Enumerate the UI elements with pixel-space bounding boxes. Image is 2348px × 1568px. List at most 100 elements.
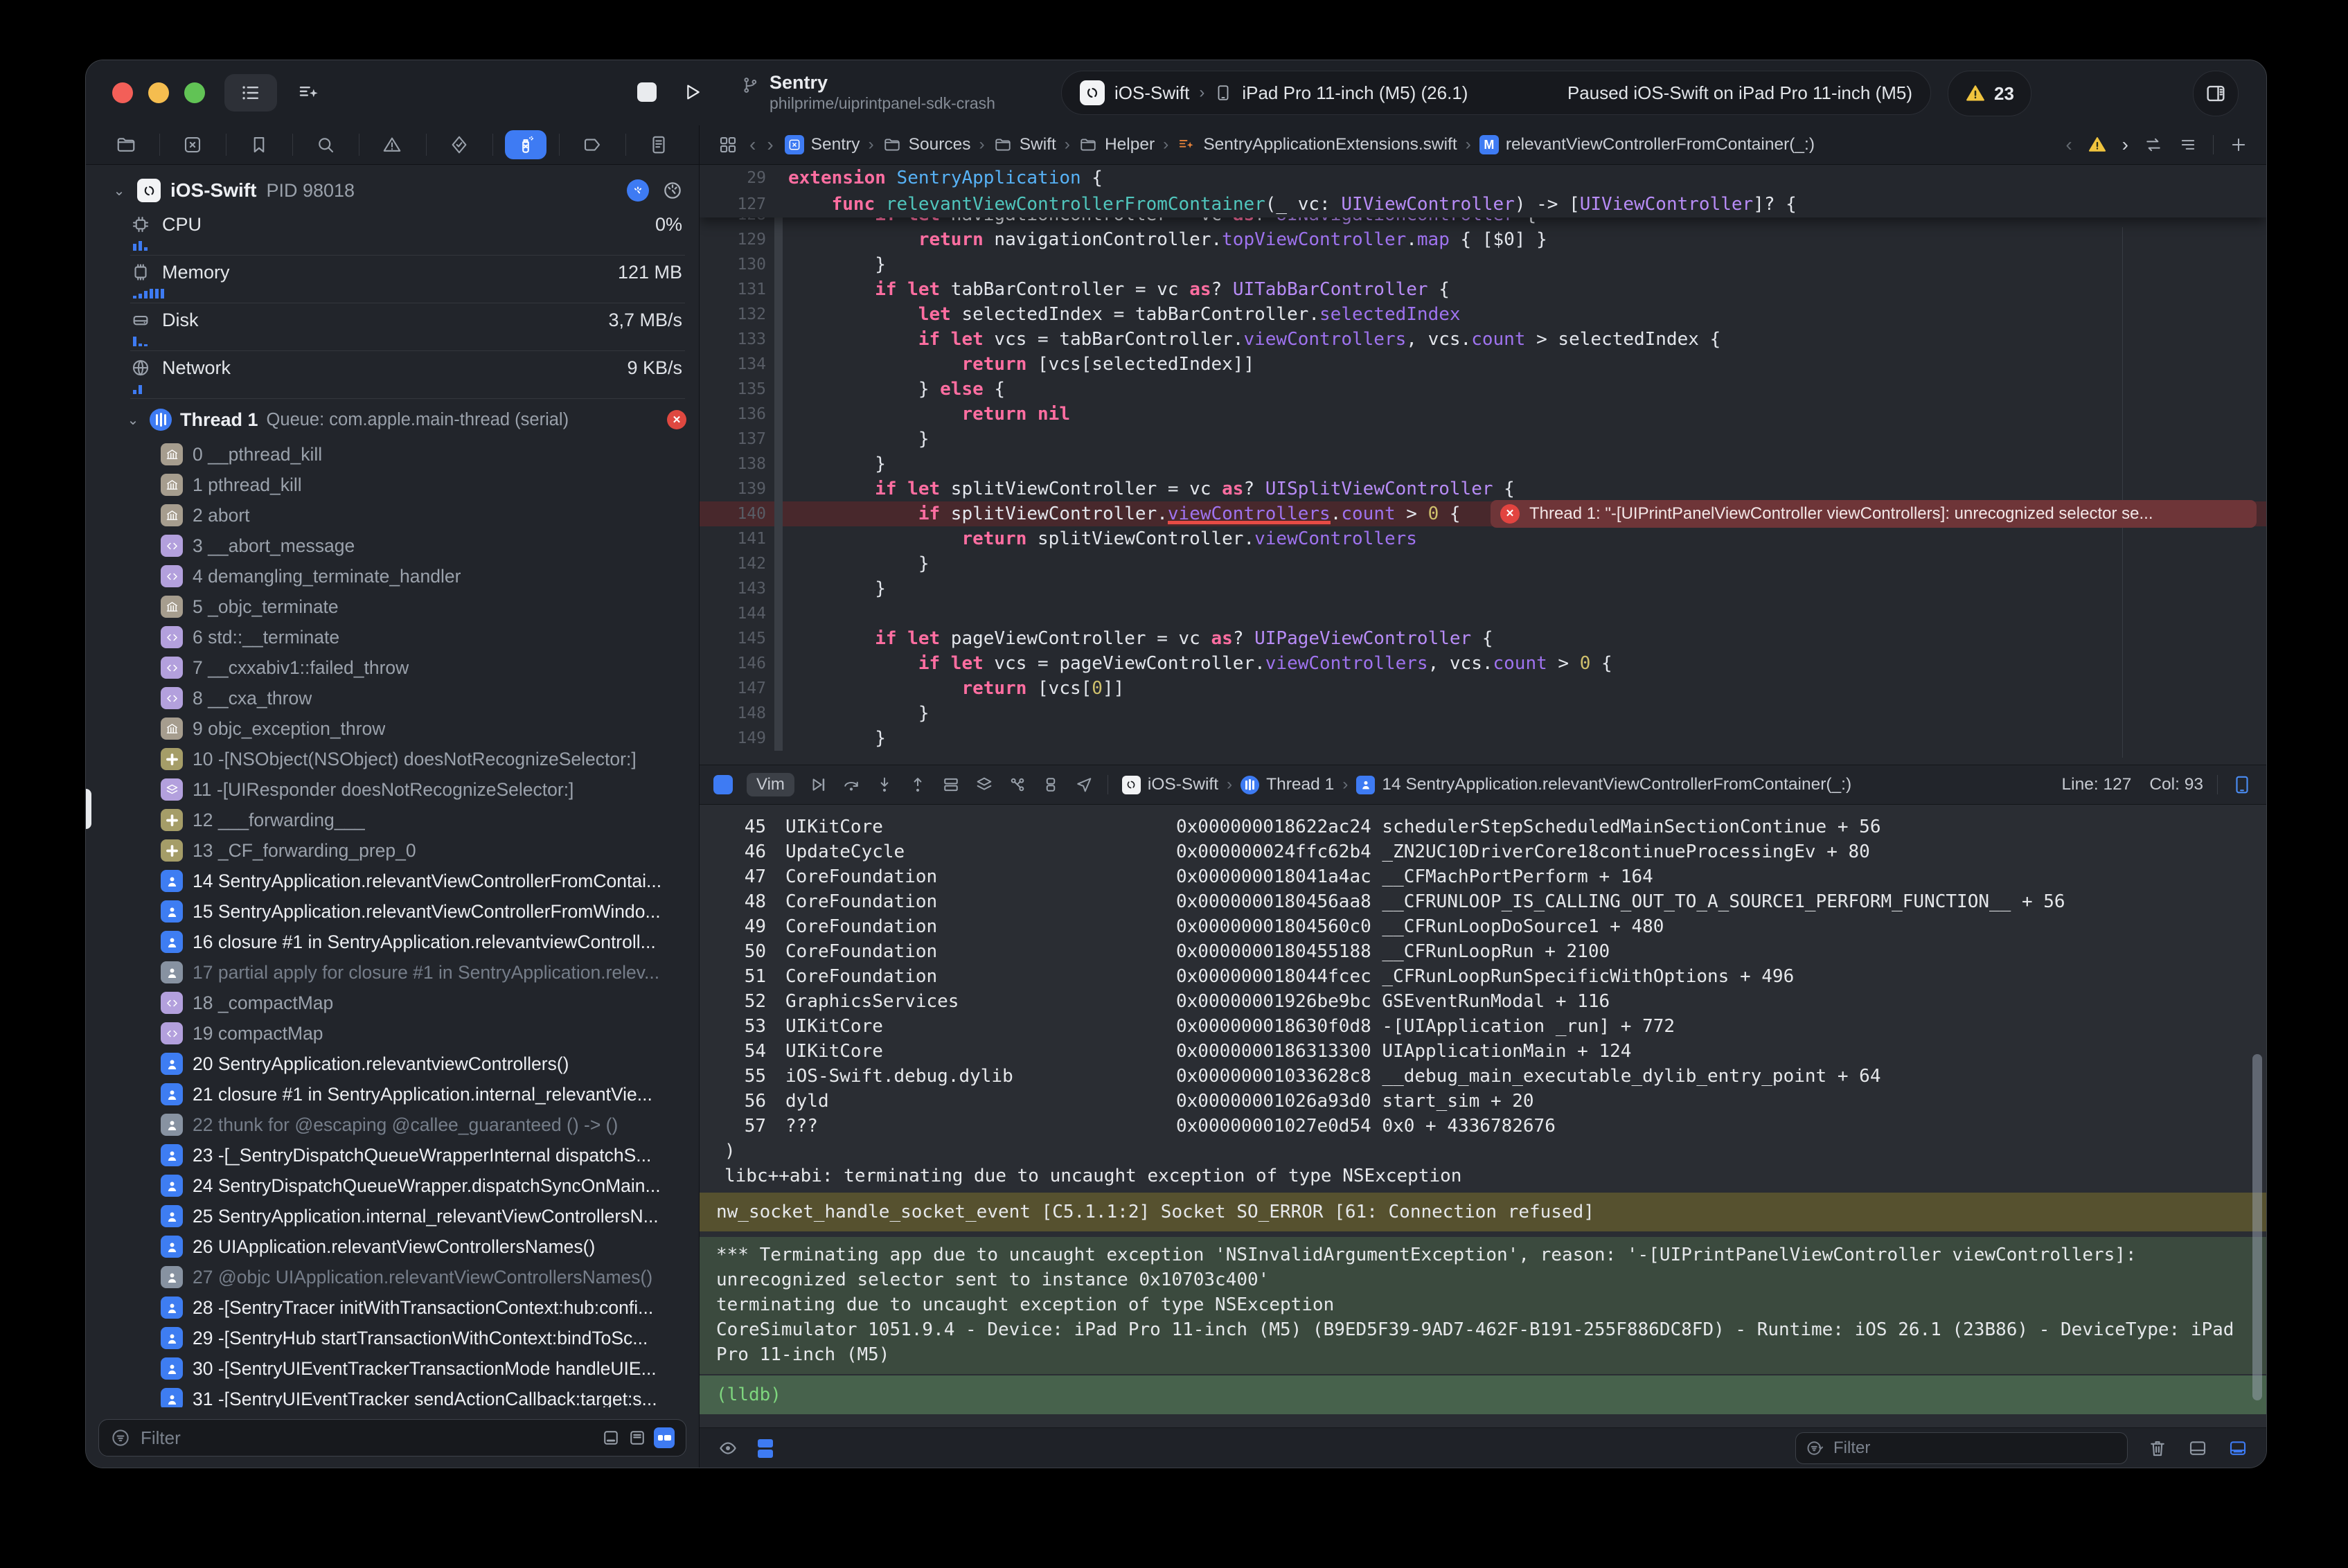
code-line-139[interactable]: 139 if let splitViewController = vc as? … [700,476,2266,501]
list-icon[interactable] [224,74,277,112]
step-out-icon[interactable] [908,775,927,794]
next-issue-button[interactable]: › [2122,134,2128,156]
code-line-135[interactable]: 135 } else { [700,377,2266,402]
forward-button[interactable]: › [767,134,773,156]
line-number[interactable]: 136 [700,402,766,427]
gauge-network[interactable]: Network9 KB/s [130,351,685,399]
code-line-131[interactable]: 131 if let tabBarController = vc as? UIT… [700,277,2266,302]
stack-frame-1[interactable]: 1 pthread_kill [161,470,699,500]
filter-field[interactable]: Filter [98,1419,686,1456]
code-line-137[interactable]: 137 } [700,427,2266,452]
code-line-146[interactable]: 146 if let vcs = pageViewController.view… [700,651,2266,676]
stack-frame-2[interactable]: 2 abort [161,500,699,531]
error-annotation[interactable]: ✕Thread 1: "-[UIPrintPanelViewController… [1491,500,2257,528]
line-number[interactable]: 148 [700,701,766,726]
console-filter-field[interactable]: Filter [1795,1432,2128,1464]
code-line-136[interactable]: 136 return nil [700,402,2266,427]
navigator-tab-bookmarks[interactable] [226,125,292,164]
stack-frame-26[interactable]: 26 UIApplication.relevantViewControllers… [161,1231,699,1262]
code-line-133[interactable]: 133 if let vcs = tabBarController.viewCo… [700,327,2266,352]
navigator-tab-find[interactable] [292,125,359,164]
code-line-141[interactable]: 141 return splitViewController.viewContr… [700,526,2266,551]
code-line-128[interactable]: 128 if let navigationController = vc as?… [700,217,2266,227]
debug-breadcrumb-item[interactable]: Thread 1 [1240,775,1334,794]
code-line-129[interactable]: 129 return navigationController.topViewC… [700,227,2266,252]
location-icon[interactable] [1074,775,1094,794]
debug-console[interactable]: 45UIKitCore0x000000018622ac24 schedulerS… [700,805,2266,1427]
gauge-cpu[interactable]: CPU0% [130,208,685,256]
navigator-tab-reports[interactable] [625,125,692,164]
jumpbar-item[interactable]: Sentry [785,135,860,154]
line-number[interactable]: 134 [700,352,766,377]
lldb-prompt[interactable]: (lldb) [700,1375,2266,1414]
code-line-138[interactable]: 138 } [700,452,2266,476]
line-number[interactable]: 140 [700,501,766,526]
runtime-issues-icon[interactable] [1041,775,1060,794]
device-icon[interactable] [2232,774,2252,795]
swap-editor-icon[interactable] [2144,135,2163,154]
code-line-144[interactable]: 144 [700,601,2266,626]
close-window-button[interactable] [112,82,133,103]
flatten-list-icon[interactable] [601,1428,621,1447]
memory-graph-icon[interactable] [1008,775,1027,794]
window-edge-handle[interactable] [85,789,91,829]
navigator-tab-issues[interactable] [359,125,425,164]
line-number[interactable]: 146 [700,651,766,676]
stack-frame-9[interactable]: 9 objc_exception_throw [161,713,699,744]
sparkle-icon[interactable] [288,74,330,112]
related-items-icon[interactable] [718,134,738,155]
jumpbar-item[interactable]: SentryApplicationExtensions.swift [1177,135,1457,154]
stack-frame-13[interactable]: 13 _CF_forwarding_prep_0 [161,835,699,866]
jumpbar-item[interactable]: Helper [1078,135,1155,154]
code-line-134[interactable]: 134 return [vcs[selectedIndex]] [700,352,2266,377]
stack-frame-29[interactable]: 29 -[SentryHub startTransactionWithConte… [161,1323,699,1353]
line-number[interactable]: 144 [700,601,766,626]
console-panel-icon[interactable] [2227,1438,2248,1459]
line-number[interactable]: 145 [700,626,766,651]
code-line-130[interactable]: 130 } [700,252,2266,277]
stack-frame-5[interactable]: 5 _objc_terminate [161,591,699,622]
stack-frame-15[interactable]: 15 SentryApplication.relevantViewControl… [161,896,699,927]
step-into-icon[interactable] [875,775,894,794]
code-line-143[interactable]: 143 } [700,576,2266,601]
code-line-149[interactable]: 149 } [700,726,2266,751]
code-line-147[interactable]: 147 return [vcs[0]] [700,676,2266,701]
code-line-148[interactable]: 148 } [700,701,2266,726]
stack-frame-25[interactable]: 25 SentryApplication.internal_relevantVi… [161,1201,699,1231]
line-number[interactable]: 127 [700,191,766,217]
line-number[interactable]: 141 [700,526,766,551]
stack-frame-20[interactable]: 20 SentryApplication.relevantviewControl… [161,1049,699,1079]
code-line-140[interactable]: 140 if splitViewController.viewControlle… [700,501,2266,526]
stack-frame-24[interactable]: 24 SentryDispatchQueueWrapper.dispatchSy… [161,1170,699,1201]
run-destination[interactable]: iPad Pro 11-inch (M5) (26.1) [1242,82,1468,104]
stack-frame-23[interactable]: 23 -[_SentryDispatchQueueWrapperInternal… [161,1140,699,1170]
variables-view-eye-icon[interactable] [718,1438,738,1459]
line-number[interactable]: 133 [700,327,766,352]
stack-frame-11[interactable]: 11 -[UIResponder doesNotRecognizeSelecto… [161,774,699,805]
prev-issue-button[interactable]: ‹ [2065,134,2072,156]
stop-button[interactable] [637,82,657,102]
debug-breadcrumb-item[interactable]: iOS-Swift [1122,775,1218,794]
gauge-outline-icon[interactable] [661,179,684,202]
inspector-toggle-button[interactable] [2193,71,2239,116]
stack-frame-30[interactable]: 30 -[SentryUIEventTrackerTransactionMode… [161,1353,699,1384]
source-editor[interactable]: 29extension SentryApplication {127 func … [700,165,2266,765]
line-number[interactable]: 142 [700,551,766,576]
code-line-142[interactable]: 142 } [700,551,2266,576]
gauge-filled-icon[interactable] [627,179,649,202]
vim-mode-badge[interactable]: Vim [747,773,794,796]
stack-frame-7[interactable]: 7 __cxxabiv1::failed_throw [161,652,699,683]
stack-frame-12[interactable]: 12 ___forwarding___ [161,805,699,835]
stack-frame-21[interactable]: 21 closure #1 in SentryApplication.inter… [161,1079,699,1110]
stack-frame-8[interactable]: 8 __cxa_throw [161,683,699,713]
navigator-tab-debug[interactable] [492,125,559,164]
line-number[interactable]: 147 [700,676,766,701]
navigator-tab-project[interactable] [93,125,159,164]
line-number[interactable]: 131 [700,277,766,302]
stack-frame-19[interactable]: 19 compactMap [161,1018,699,1049]
stack-frame-6[interactable]: 6 std::__terminate [161,622,699,652]
debug-breadcrumb-item[interactable]: 14 SentryApplication.relevantViewControl… [1356,775,1851,794]
back-button[interactable]: ‹ [749,134,756,156]
chevron-down-icon[interactable]: ⌄ [125,411,141,429]
line-number[interactable]: 129 [700,227,766,252]
